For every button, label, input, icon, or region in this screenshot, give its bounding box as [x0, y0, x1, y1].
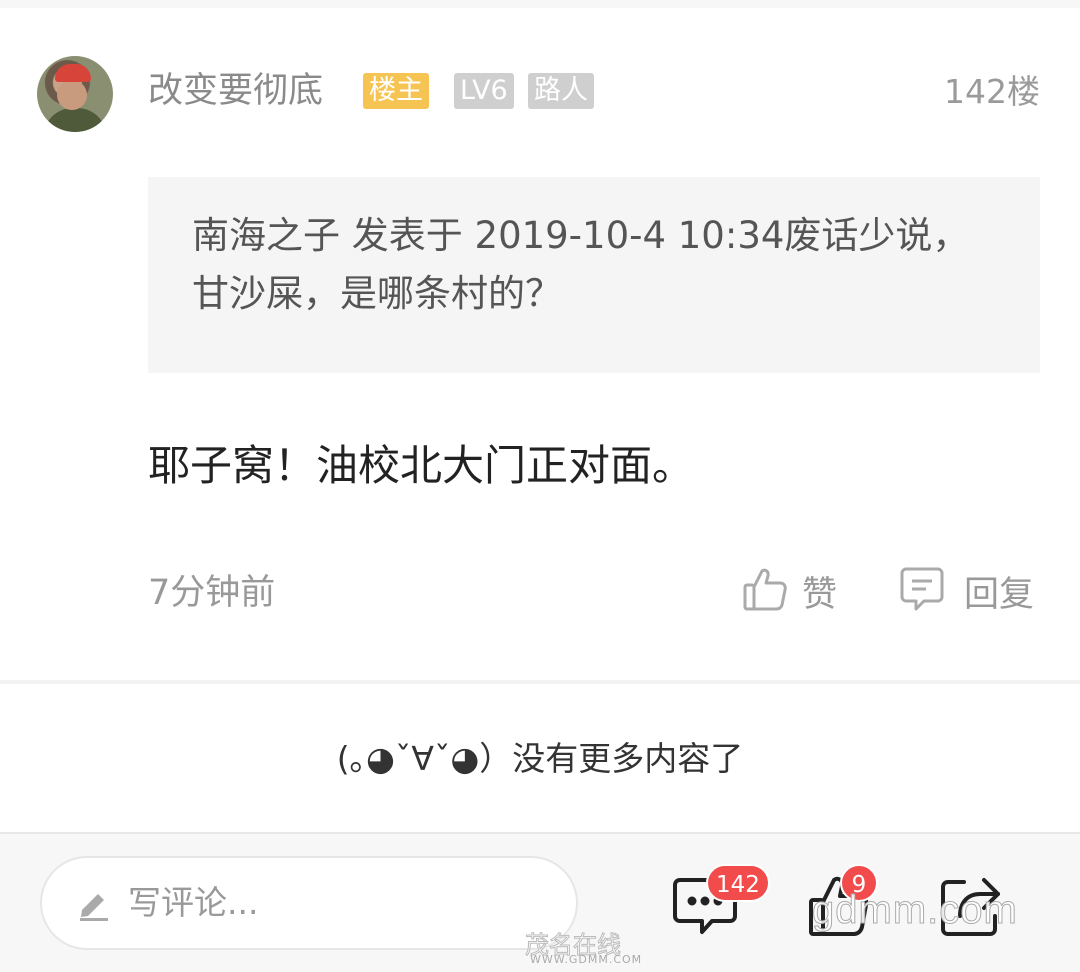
host-badge: 楼主: [363, 73, 429, 109]
comment-count-badge: 142: [706, 864, 770, 902]
floor-number: 142楼: [944, 72, 1040, 111]
post-content: 耶子窝！油校北大门正对面。: [148, 441, 695, 490]
quote-text: 南海之子 发表于 2019-10-4 10:34废话少说，甘沙屎，是哪条村的？: [192, 214, 970, 315]
thumbs-up-icon: [742, 565, 788, 617]
section-divider: [0, 680, 1080, 684]
like-label: 赞: [802, 574, 838, 615]
username[interactable]: 改变要彻底: [148, 68, 323, 114]
pen-icon: [76, 886, 112, 926]
avatar[interactable]: [37, 56, 113, 132]
level-badge: LV6: [454, 73, 514, 109]
comment-icon: [672, 878, 738, 942]
reply-label: 回复: [964, 574, 1035, 615]
comment-input[interactable]: 写评论...: [40, 856, 578, 950]
no-more-content: (｡◕ˇ∀ˇ◕）没有更多内容了: [336, 739, 744, 778]
reply-button[interactable]: 回复: [900, 566, 1034, 616]
watermark-text: gdmm.com: [812, 888, 1018, 933]
comment-icon: [900, 565, 944, 617]
watermark-url: WWW.GDMM.COM: [530, 953, 643, 966]
role-badge: 路人: [528, 73, 594, 109]
quoted-post[interactable]: 南海之子 发表于 2019-10-4 10:34废话少说，甘沙屎，是哪条村的？: [148, 177, 1040, 373]
comment-placeholder: 写评论...: [128, 883, 259, 922]
top-divider: [0, 0, 1080, 8]
like-button[interactable]: 赞: [742, 566, 837, 616]
post-time: 7分钟前: [148, 573, 276, 613]
comments-button[interactable]: 142: [672, 864, 770, 942]
